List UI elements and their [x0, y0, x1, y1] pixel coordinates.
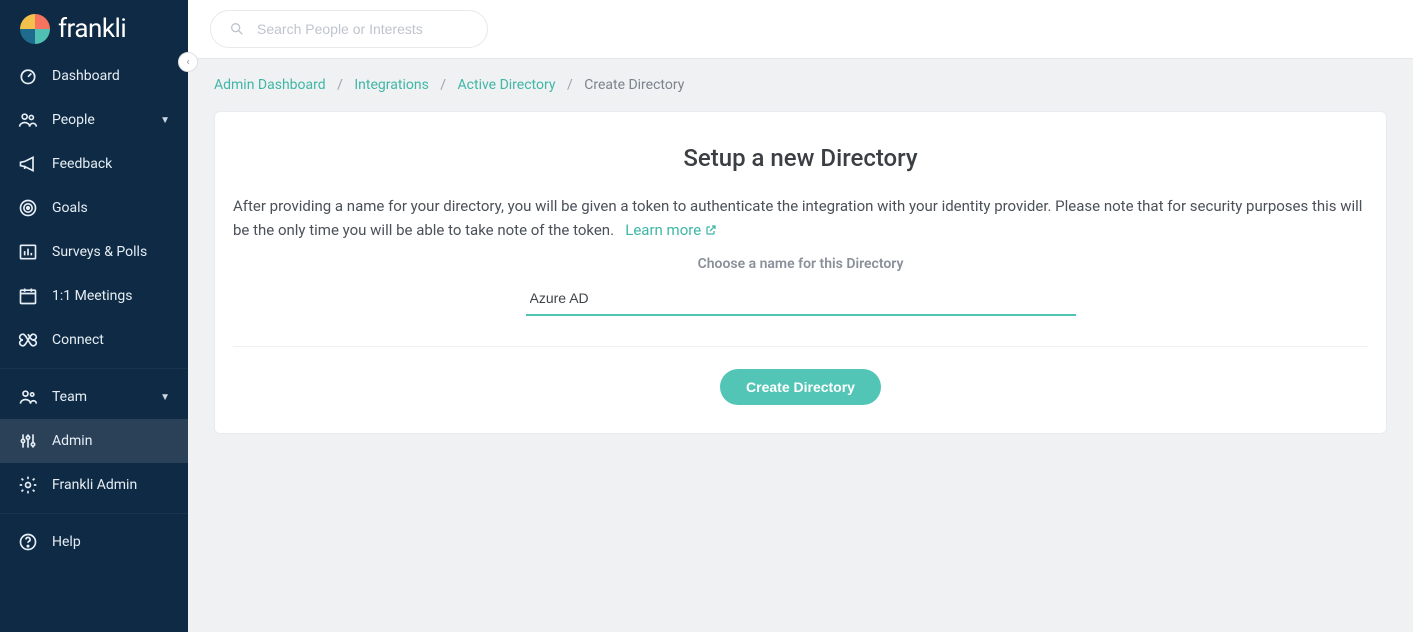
- main-area: Admin Dashboard / Integrations / Active …: [188, 0, 1413, 632]
- sidebar-item-label: Team: [52, 389, 146, 405]
- sidebar-item-label: Feedback: [52, 156, 170, 172]
- breadcrumb-current: Create Directory: [584, 77, 684, 93]
- logo-mark-icon: [20, 14, 50, 44]
- people-icon: [18, 110, 38, 130]
- topbar: [188, 0, 1413, 59]
- brand-name: frankli: [58, 14, 126, 44]
- sliders-icon: [18, 431, 38, 451]
- description-text: After providing a name for your director…: [233, 197, 1362, 239]
- help-icon: [18, 532, 38, 552]
- sidebar-item-label: Admin: [52, 433, 170, 449]
- sidebar-collapse-handle[interactable]: ‹: [178, 52, 198, 72]
- infinity-icon: [18, 330, 38, 350]
- sidebar-item-goals[interactable]: Goals: [0, 186, 188, 230]
- chevron-down-icon: ▼: [160, 115, 170, 126]
- content: Admin Dashboard / Integrations / Active …: [188, 59, 1413, 632]
- team-icon: [18, 387, 38, 407]
- sidebar: frankli Dashboard People ▼ Feedback Goal…: [0, 0, 188, 632]
- field-label: Choose a name for this Directory: [233, 256, 1368, 272]
- sidebar-item-frankli-admin[interactable]: Frankli Admin: [0, 463, 188, 507]
- sidebar-item-meetings[interactable]: 1:1 Meetings: [0, 274, 188, 318]
- bar-chart-icon: [18, 242, 38, 262]
- calendar-icon: [18, 286, 38, 306]
- sidebar-item-label: Dashboard: [52, 68, 170, 84]
- learn-more-link[interactable]: Learn more: [625, 218, 717, 242]
- directory-name-input[interactable]: [526, 282, 1076, 316]
- breadcrumb-separator: /: [567, 77, 573, 93]
- sidebar-item-people[interactable]: People ▼: [0, 98, 188, 142]
- sidebar-item-label: Help: [52, 534, 170, 550]
- page-title: Setup a new Directory: [233, 144, 1368, 172]
- logo[interactable]: frankli: [0, 0, 188, 54]
- breadcrumb-separator: /: [337, 77, 343, 93]
- search-icon: [229, 21, 245, 37]
- breadcrumb-separator: /: [440, 77, 446, 93]
- sidebar-item-feedback[interactable]: Feedback: [0, 142, 188, 186]
- divider: [233, 346, 1368, 347]
- learn-more-text: Learn more: [625, 218, 701, 242]
- chevron-down-icon: ▼: [160, 392, 170, 403]
- breadcrumb-admin-dashboard[interactable]: Admin Dashboard: [214, 77, 326, 93]
- card-description: After providing a name for your director…: [233, 194, 1368, 242]
- sidebar-item-label: Surveys & Polls: [52, 244, 170, 260]
- sidebar-item-label: Goals: [52, 200, 170, 216]
- sidebar-item-label: Frankli Admin: [52, 477, 170, 493]
- megaphone-icon: [18, 154, 38, 174]
- sidebar-item-label: 1:1 Meetings: [52, 288, 170, 304]
- sidebar-item-team[interactable]: Team ▼: [0, 375, 188, 419]
- create-directory-button[interactable]: Create Directory: [720, 369, 881, 405]
- gear-icon: [18, 475, 38, 495]
- sidebar-item-connect[interactable]: Connect: [0, 318, 188, 362]
- breadcrumb-active-directory[interactable]: Active Directory: [458, 77, 556, 93]
- sidebar-item-surveys[interactable]: Surveys & Polls: [0, 230, 188, 274]
- search-input[interactable]: [257, 21, 469, 37]
- sidebar-item-label: People: [52, 112, 146, 128]
- chevron-left-icon: ‹: [186, 57, 189, 68]
- sidebar-item-help[interactable]: Help: [0, 520, 188, 564]
- external-link-icon: [705, 224, 717, 236]
- setup-card: Setup a new Directory After providing a …: [214, 111, 1387, 434]
- target-icon: [18, 198, 38, 218]
- breadcrumb: Admin Dashboard / Integrations / Active …: [214, 77, 1387, 93]
- sidebar-item-dashboard[interactable]: Dashboard: [0, 54, 188, 98]
- sidebar-item-label: Connect: [52, 332, 170, 348]
- gauge-icon: [18, 66, 38, 86]
- breadcrumb-integrations[interactable]: Integrations: [354, 77, 428, 93]
- search-container[interactable]: [210, 10, 488, 48]
- sidebar-item-admin[interactable]: Admin: [0, 419, 188, 463]
